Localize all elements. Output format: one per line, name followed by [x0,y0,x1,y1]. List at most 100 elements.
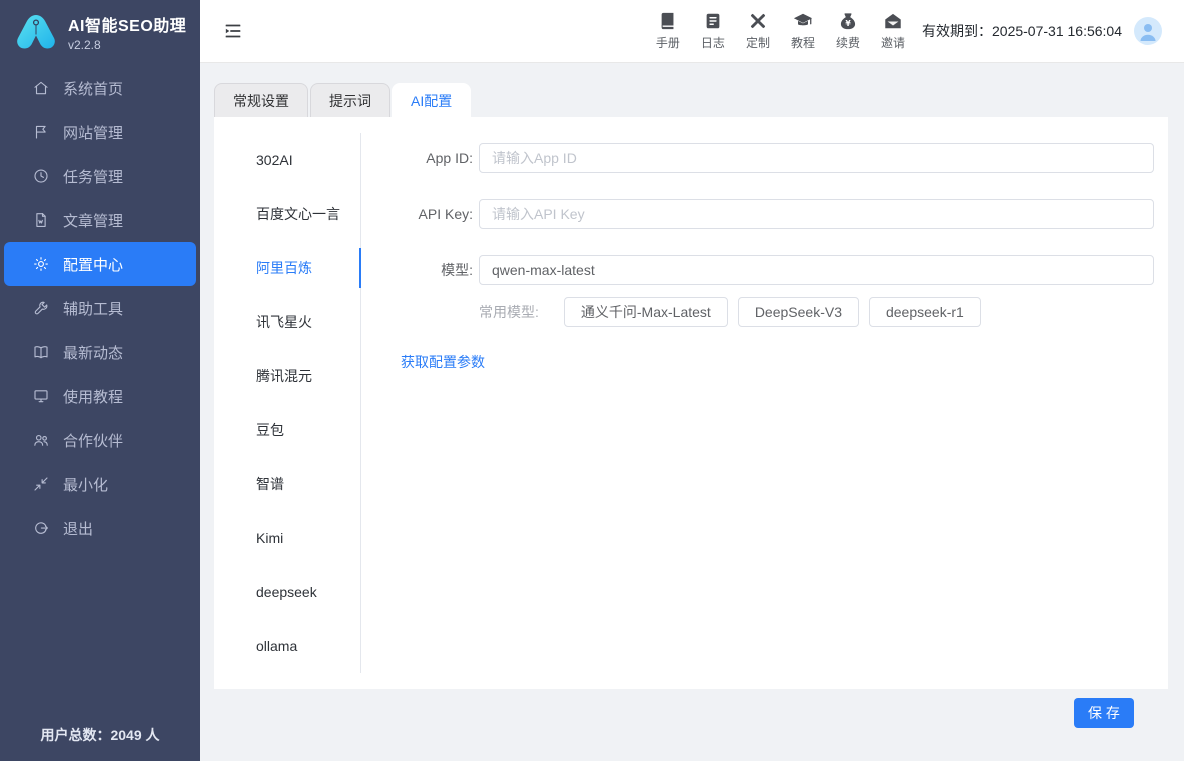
course-button[interactable]: 教程 [791,11,815,51]
sidebar-item-tasks[interactable]: 任务管理 [0,154,200,198]
user-total: 用户总数：2049 人 [0,725,200,761]
log-button[interactable]: 日志 [701,11,725,51]
partners-icon [32,431,50,449]
license-expiry: 有效期到：2025-07-31 16:56:04 [922,21,1122,41]
tab-general-settings[interactable]: 常规设置 [214,83,308,117]
sidebar-item-config-center[interactable]: 配置中心 [4,242,196,286]
tutorial-icon [32,387,50,405]
action-label: 日志 [701,34,725,51]
provider-xunfei-spark[interactable]: 讯飞星火 [214,295,360,349]
sidebar-item-label: 配置中心 [63,254,123,275]
common-models-label: 常用模型: [479,302,539,322]
sidebar-item-label: 退出 [63,518,93,539]
custom-button[interactable]: 定制 [746,11,770,51]
sidebar-item-label: 使用教程 [63,386,123,407]
tab-prompts[interactable]: 提示词 [310,83,390,117]
license-expiry-label: 有效期到： [922,23,992,39]
app-logo-icon [14,12,58,52]
provider-config-form: App ID: API Key: 模型: 常用模型: 通义千问-Max-Late… [361,117,1168,689]
provider-zhipu[interactable]: 智谱 [214,457,360,511]
action-label: 邀请 [881,34,905,51]
main-content: 常规设置 提示词 AI配置 302AI 百度文心一言 阿里百炼 讯飞星火 腾讯混… [200,63,1184,761]
sidebar-collapse-icon[interactable] [222,19,246,43]
action-label: 定制 [746,34,770,51]
action-label: 手册 [656,34,680,51]
sidebar-item-label: 网站管理 [63,122,123,143]
sidebar-item-label: 系统首页 [63,78,123,99]
provider-ali-bailian[interactable]: 阿里百炼 [214,241,360,295]
tab-ai-config[interactable]: AI配置 [392,83,471,117]
user-total-label: 用户总数： [40,727,110,743]
site-icon [32,123,50,141]
ai-config-panel: 302AI 百度文心一言 阿里百炼 讯飞星火 腾讯混元 豆包 智谱 Kimi d… [214,117,1168,689]
config-icon [32,255,50,273]
renew-moneybag-icon: ¥ [838,11,858,31]
model-option-deepseek-v3-button[interactable]: DeepSeek-V3 [738,297,859,327]
api-key-row: API Key: [385,199,1154,229]
minimize-icon [32,475,50,493]
sidebar-item-tutorial[interactable]: 使用教程 [0,374,200,418]
sidebar-item-label: 任务管理 [63,166,123,187]
home-icon [32,79,50,97]
model-option-qwen-button[interactable]: 通义千问-Max-Latest [564,297,728,327]
manual-book-icon [658,11,678,31]
top-header: 手册 日志 定制 教程 ¥ 续费 邀请 有效期到：2025-07-31 16:5… [200,0,1184,63]
sidebar-item-minimize[interactable]: 最小化 [0,462,200,506]
sidebar-item-label: 最小化 [63,474,108,495]
app-logo: AI智能SEO助理 v2.2.8 [0,0,200,62]
custom-icon [748,11,768,31]
provider-baidu-wenxin[interactable]: 百度文心一言 [214,187,360,241]
invite-mail-icon [883,11,903,31]
provider-302ai[interactable]: 302AI [214,133,360,187]
user-total-value: 2049 人 [110,727,159,743]
settings-tabs: 常规设置 提示词 AI配置 [214,83,1168,117]
api-key-label: API Key: [385,206,479,222]
invite-button[interactable]: 邀请 [881,11,905,51]
sidebar: AI智能SEO助理 v2.2.8 系统首页 网站管理 任务管理 文章管理 配置中… [0,0,200,761]
sidebar-item-sites[interactable]: 网站管理 [0,110,200,154]
sidebar-item-label: 合作伙伴 [63,430,123,451]
task-icon [32,167,50,185]
sidebar-item-home[interactable]: 系统首页 [0,66,200,110]
provider-doubao[interactable]: 豆包 [214,403,360,457]
avatar-person-icon [1134,17,1162,45]
action-label: 续费 [836,34,860,51]
sidebar-item-exit[interactable]: 退出 [0,506,200,550]
sidebar-item-label: 最新动态 [63,342,123,363]
header-quick-actions: 手册 日志 定制 教程 ¥ 续费 邀请 [656,11,905,51]
renew-button[interactable]: ¥ 续费 [836,11,860,51]
provider-nav: 302AI 百度文心一言 阿里百炼 讯飞星火 腾讯混元 豆包 智谱 Kimi d… [214,133,361,673]
sidebar-item-label: 文章管理 [63,210,123,231]
model-label: 模型: [385,260,479,280]
sidebar-item-label: 辅助工具 [63,298,123,319]
provider-kimi[interactable]: Kimi [214,511,360,565]
app-id-label: App ID: [385,150,479,166]
sidebar-item-articles[interactable]: 文章管理 [0,198,200,242]
model-row: 模型: [385,255,1154,285]
user-avatar[interactable] [1134,17,1162,45]
model-option-deepseek-r1-button[interactable]: deepseek-r1 [869,297,981,327]
course-cap-icon [793,11,813,31]
sidebar-menu: 系统首页 网站管理 任务管理 文章管理 配置中心 辅助工具 最新动态 使用教程 [0,66,200,550]
app-id-row: App ID: [385,143,1154,173]
article-icon [32,211,50,229]
provider-ollama[interactable]: ollama [214,619,360,673]
api-key-input[interactable] [479,199,1154,229]
tools-icon [32,299,50,317]
model-input[interactable] [479,255,1154,285]
get-config-params-link[interactable]: 获取配置参数 [401,352,485,372]
sidebar-item-news[interactable]: 最新动态 [0,330,200,374]
sidebar-item-partners[interactable]: 合作伙伴 [0,418,200,462]
provider-deepseek[interactable]: deepseek [214,565,360,619]
save-button[interactable]: 保 存 [1074,698,1134,728]
log-icon [703,11,723,31]
sidebar-item-tools[interactable]: 辅助工具 [0,286,200,330]
common-models-row: 常用模型: 通义千问-Max-Latest DeepSeek-V3 deepse… [385,297,1154,327]
license-expiry-value: 2025-07-31 16:56:04 [992,23,1122,39]
provider-tencent-hunyuan[interactable]: 腾讯混元 [214,349,360,403]
news-icon [32,343,50,361]
app-id-input[interactable] [479,143,1154,173]
manual-button[interactable]: 手册 [656,11,680,51]
app-version: v2.2.8 [68,38,186,52]
exit-icon [32,519,50,537]
